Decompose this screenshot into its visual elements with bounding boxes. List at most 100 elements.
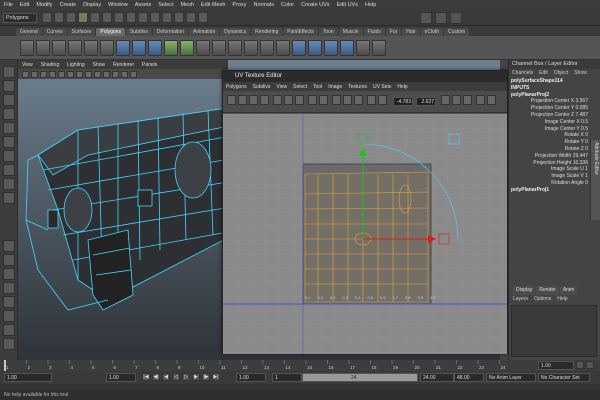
layer-tab[interactable]: Anim — [559, 286, 578, 295]
layer-menu-item[interactable]: Options — [534, 296, 551, 304]
poly-cylinder-icon[interactable] — [52, 39, 66, 56]
uv-editor-menu-item[interactable]: UV Sets — [373, 84, 391, 90]
channel-attribute[interactable]: Projection Center Z 7.487 — [509, 112, 600, 119]
uv-layout-icon[interactable] — [319, 95, 328, 105]
shelf-tab[interactable]: Polygons — [96, 28, 125, 36]
current-time-marker[interactable] — [4, 360, 6, 371]
range-value-field[interactable]: 1 — [272, 373, 302, 382]
uv-move-sew-icon[interactable] — [295, 95, 304, 105]
channel-node-header[interactable]: polyPlanarProj1 — [509, 187, 600, 194]
viewport-menu-item[interactable]: Renderer — [113, 62, 134, 68]
playback-end-field[interactable]: 24.00 — [420, 373, 454, 382]
automatic-mapping-icon[interactable] — [340, 39, 354, 56]
snap-grid-icon[interactable] — [114, 12, 124, 23]
layout-side-icon[interactable] — [3, 268, 15, 280]
channel-attribute[interactable]: Image Scale U 1 — [509, 166, 600, 173]
uv-align-icon[interactable] — [343, 95, 352, 105]
bookmark-icon[interactable] — [31, 70, 38, 78]
shelf-tab[interactable]: Surfaces — [67, 28, 96, 36]
play-backward-icon[interactable]: ◁ — [172, 373, 180, 381]
channel-attribute[interactable]: Projection Width 29.447 — [509, 153, 600, 160]
append-polygon-icon[interactable] — [228, 39, 242, 56]
playback-icon[interactable] — [576, 361, 584, 369]
grid-icon[interactable] — [49, 70, 56, 78]
uv-unfold-icon[interactable] — [308, 95, 317, 105]
menu-item[interactable]: File — [4, 2, 13, 8]
menu-item[interactable]: Edit Mesh — [201, 2, 225, 8]
spherical-mapping-icon[interactable] — [324, 39, 338, 56]
attribute-editor-toggle-icon[interactable] — [420, 12, 432, 24]
uv-rotate-ccw-icon[interactable] — [249, 95, 258, 105]
soft-mod-tool-icon[interactable] — [3, 164, 15, 176]
shelf-tab[interactable]: Fluids — [363, 28, 385, 36]
open-scene-icon[interactable] — [54, 12, 64, 23]
time-slider[interactable]: 1 2 3 4 5 6 7 8 9 10 11 12 13 14 15 16 17 18 19 20 21 22 23 24 … — [0, 360, 600, 371]
channel-attribute[interactable]: Image Center Y 0.5 — [509, 126, 600, 133]
layout-stacked-icon[interactable] — [3, 282, 15, 294]
layer-tab[interactable]: Display — [513, 286, 536, 295]
shelf-tab[interactable]: Toon — [318, 28, 338, 36]
uv-editor-menu-item[interactable]: Tool — [313, 84, 322, 90]
tool-settings-toggle-icon[interactable] — [435, 12, 447, 24]
uv-image-range-icon[interactable] — [476, 95, 485, 105]
step-forward-key-icon[interactable]: |▶ — [202, 373, 210, 381]
isolate-icon[interactable] — [130, 70, 137, 78]
manipulator-tool-icon[interactable] — [3, 150, 15, 162]
channel-attribute[interactable]: Rotate Y 0 — [509, 139, 600, 146]
layout-outliner-icon[interactable] — [3, 296, 15, 308]
layout-hypershade-icon[interactable] — [3, 324, 15, 336]
offset-edge-loop-icon[interactable] — [276, 39, 290, 56]
play-forward-icon[interactable]: ▷ — [182, 373, 190, 381]
menu-item[interactable]: Proxy — [232, 2, 246, 8]
command-line[interactable] — [0, 384, 600, 391]
uv-shaded-icon[interactable] — [378, 95, 387, 105]
step-back-key-icon[interactable]: ◀| — [152, 373, 160, 381]
menu-item[interactable]: Edit UVs — [337, 2, 358, 8]
layout-uv-icon[interactable] — [3, 338, 15, 350]
uv-checker-icon[interactable] — [367, 95, 376, 105]
uv-editor-menu-item[interactable]: Select — [293, 84, 307, 90]
uv-rotate-cw-icon[interactable] — [260, 95, 269, 105]
shelf-tab[interactable]: Curves — [42, 28, 67, 36]
select-object-icon[interactable] — [90, 12, 100, 23]
poly-sphere-icon[interactable] — [20, 39, 34, 56]
shelf-tab[interactable]: PaintEffects — [283, 28, 318, 36]
menu-item[interactable]: Select — [158, 2, 173, 8]
viewport-menu-item[interactable]: View — [22, 62, 33, 68]
resolution-gate-icon[interactable] — [67, 70, 74, 78]
camera-attributes-icon[interactable] — [22, 70, 29, 78]
history-icon[interactable] — [162, 12, 172, 23]
menu-item[interactable]: Display — [83, 2, 101, 8]
menu-item[interactable]: Create — [60, 2, 77, 8]
uv-cut-icon[interactable] — [273, 95, 282, 105]
go-to-end-icon[interactable]: ▶| — [212, 373, 220, 381]
anim-layer-select[interactable]: No Anim Layer — [486, 373, 536, 382]
uv-refresh-icon[interactable] — [441, 95, 450, 105]
uv-editor-menu-item[interactable]: Subdivs — [253, 84, 271, 90]
show-manipulator-icon[interactable] — [3, 178, 15, 190]
uv-texture-borders-icon[interactable] — [487, 95, 496, 105]
step-back-frame-icon[interactable]: ◀ — [162, 373, 170, 381]
boolean-icon[interactable] — [180, 39, 194, 56]
uv-paste-icon[interactable] — [463, 95, 472, 105]
textured-icon[interactable] — [94, 70, 101, 78]
move-tool-icon[interactable] — [3, 108, 15, 120]
layout-graph-icon[interactable] — [3, 310, 15, 322]
paint-select-tool-icon[interactable] — [3, 94, 15, 106]
uv-v-field[interactable]: 2.627 — [416, 97, 436, 106]
uv-editor-menu-item[interactable]: Polygons — [226, 84, 247, 90]
cylindrical-mapping-icon[interactable] — [308, 39, 322, 56]
sculpt-icon[interactable] — [372, 39, 386, 56]
uv-copy-icon[interactable] — [452, 95, 461, 105]
poly-torus-icon[interactable] — [100, 39, 114, 56]
split-polygon-icon[interactable] — [244, 39, 258, 56]
go-to-start-icon[interactable]: |◀ — [142, 373, 150, 381]
xray-icon[interactable] — [121, 70, 128, 78]
scale-tool-icon[interactable] — [3, 136, 15, 148]
channel-box-toggle-icon[interactable] — [450, 12, 462, 24]
planar-mapping-icon[interactable] — [292, 39, 306, 56]
channel-box-menu-item[interactable]: Edit — [539, 69, 548, 78]
shelf-tab[interactable]: Dynamics — [220, 28, 251, 36]
uv-editor-icon[interactable] — [356, 39, 370, 56]
range-start-field[interactable]: 1.00 — [236, 373, 266, 382]
